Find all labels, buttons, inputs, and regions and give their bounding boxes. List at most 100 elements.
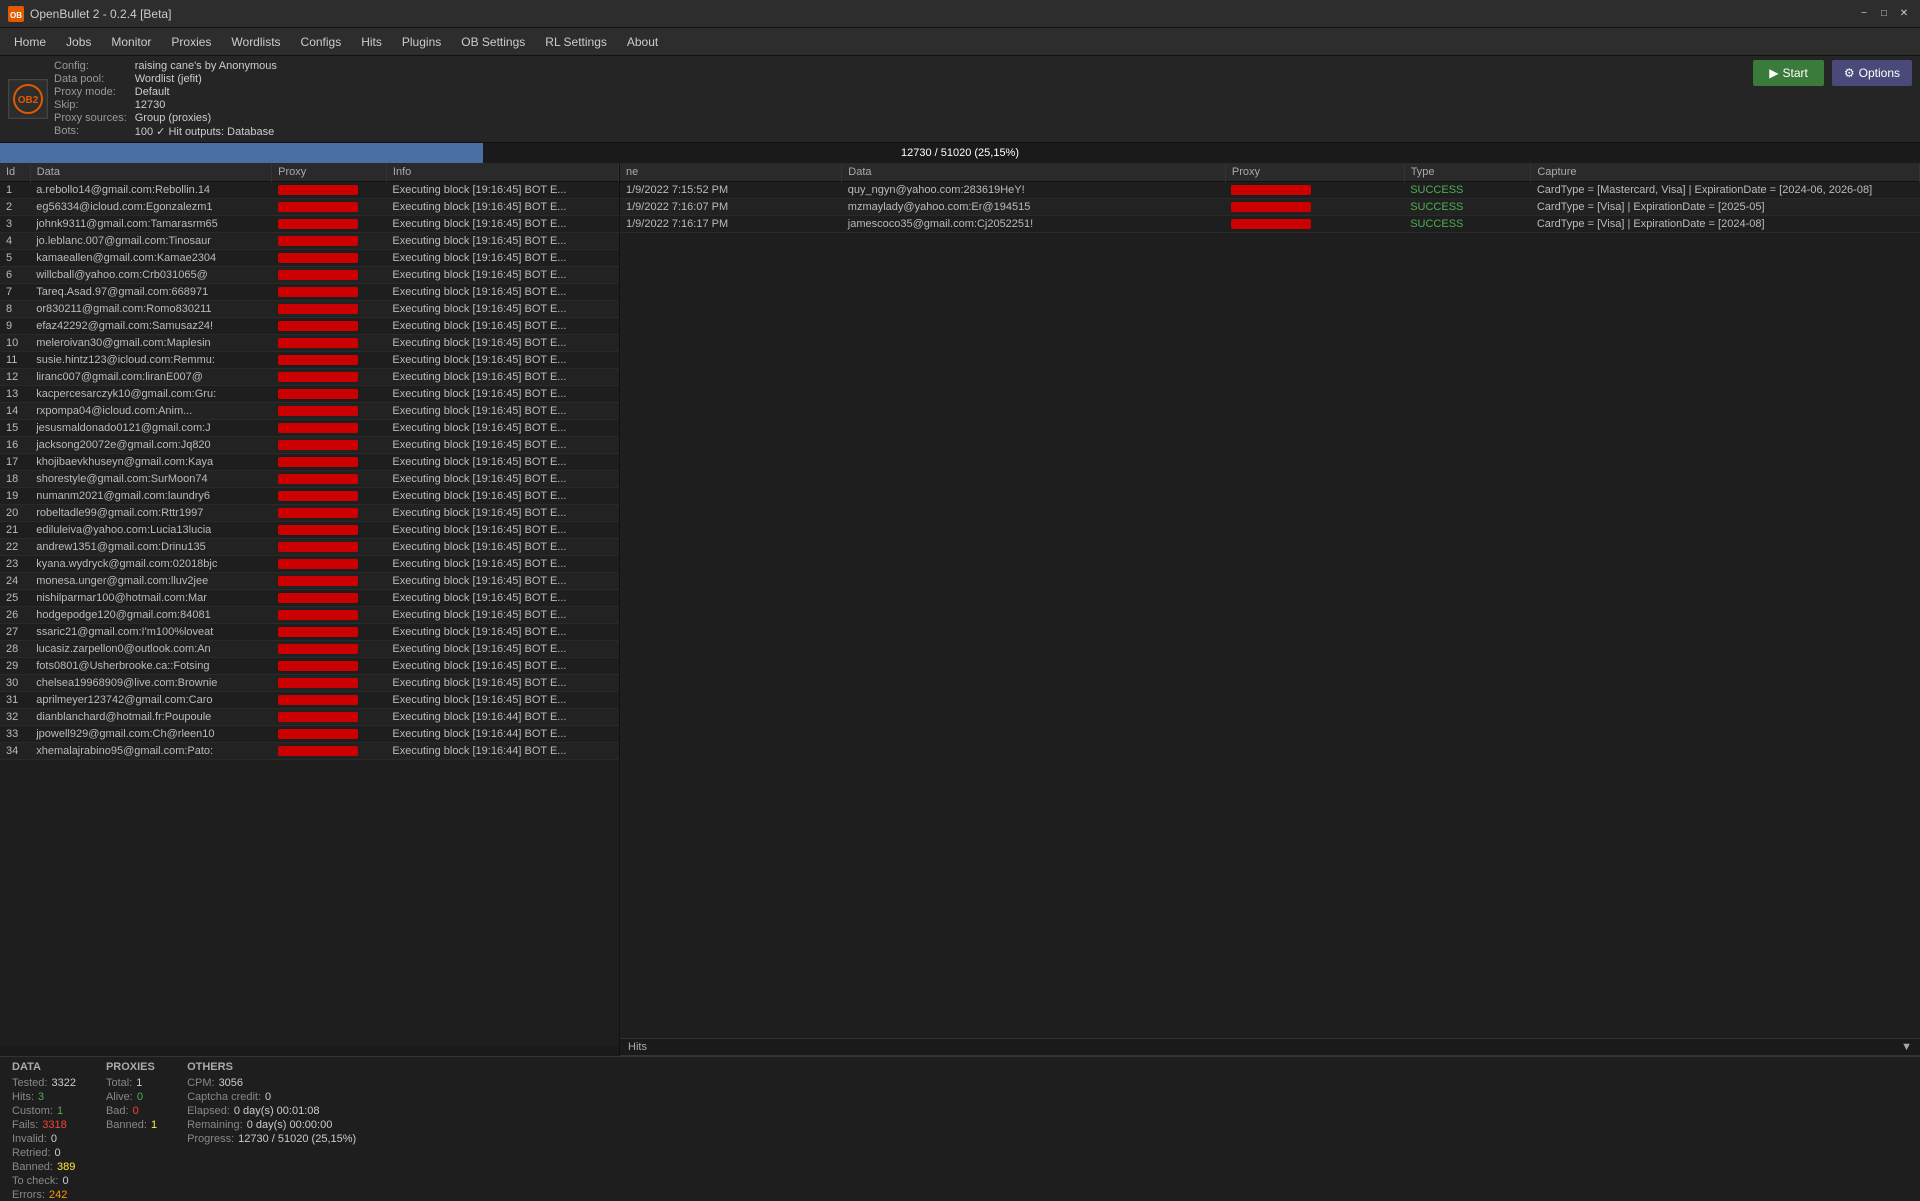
app-logo: OB2 — [8, 79, 48, 119]
bot-proxy — [272, 182, 387, 199]
bot-info: Executing block [19:16:45] BOT E... — [386, 267, 618, 284]
bot-proxy — [272, 437, 387, 454]
hits-panel: ne Data Proxy Type Capture 1/9/2022 7:15… — [620, 163, 1920, 1056]
table-row: 24 monesa.unger@gmail.com:lluv2jee Execu… — [0, 573, 619, 590]
skip-label: Skip: — [54, 99, 127, 111]
table-row: 7 Tareq.Asad.97@gmail.com:668971 Executi… — [0, 284, 619, 301]
menu-item-plugins[interactable]: Plugins — [392, 31, 451, 53]
stat-banned: Banned: 389 — [12, 1161, 76, 1173]
table-row: 8 or830211@gmail.com:Romo830211 Executin… — [0, 301, 619, 318]
table-row: 12 liranc007@gmail.com:liranE007@ Execut… — [0, 369, 619, 386]
bot-data: rxpompa04@icloud.com:Anim... — [30, 403, 271, 420]
hits-table: ne Data Proxy Type Capture 1/9/2022 7:15… — [620, 163, 1920, 233]
bot-info: Executing block [19:16:45] BOT E... — [386, 369, 618, 386]
bots-table-scroll[interactable]: Id Data Proxy Info 1 a.rebollo14@gmail.c… — [0, 163, 619, 1046]
stats-proxies-title: PROXIES — [106, 1061, 157, 1073]
stat-proxy-banned: Banned: 1 — [106, 1119, 157, 1131]
bot-proxy — [272, 216, 387, 233]
svg-text:OB2: OB2 — [18, 95, 39, 106]
bot-proxy — [272, 471, 387, 488]
bot-proxy — [272, 675, 387, 692]
bot-info: Executing block [19:16:45] BOT E... — [386, 641, 618, 658]
window-controls: − □ ✕ — [1856, 6, 1912, 22]
bot-data: johnk9311@gmail.com:Tamarasrm65 — [30, 216, 271, 233]
menu-item-wordlists[interactable]: Wordlists — [221, 31, 290, 53]
menu-item-hits[interactable]: Hits — [351, 31, 392, 53]
proxymode-label: Proxy mode: — [54, 86, 127, 98]
bot-info: Executing block [19:16:45] BOT E... — [386, 335, 618, 352]
bot-id: 20 — [0, 505, 30, 522]
bot-data: ssaric21@gmail.com:I'm100%loveat — [30, 624, 271, 641]
bot-proxy — [272, 658, 387, 675]
hit-proxy — [1225, 216, 1404, 233]
bot-id: 31 — [0, 692, 30, 709]
hits-dropdown-icon[interactable]: ▼ — [1901, 1041, 1912, 1053]
hits-table-scroll[interactable]: ne Data Proxy Type Capture 1/9/2022 7:15… — [620, 163, 1920, 1038]
bot-proxy — [272, 301, 387, 318]
table-row: 25 nishilparmar100@hotmail.com:Mar Execu… — [0, 590, 619, 607]
menu-item-monitor[interactable]: Monitor — [101, 31, 161, 53]
bot-id: 29 — [0, 658, 30, 675]
config-fields: Config: raising cane's by Anonymous Data… — [54, 60, 277, 138]
table-row: 13 kacpercesarczyk10@gmail.com:Gru: Exec… — [0, 386, 619, 403]
bot-data: meleroivan30@gmail.com:Maplesin — [30, 335, 271, 352]
proxysources-value: Group (proxies) — [135, 112, 277, 124]
minimize-button[interactable]: − — [1856, 6, 1872, 22]
bot-info: Executing block [19:16:45] BOT E... — [386, 301, 618, 318]
table-row: 19 numanm2021@gmail.com:laundry6 Executi… — [0, 488, 619, 505]
bot-proxy — [272, 284, 387, 301]
menu-item-rl-settings[interactable]: RL Settings — [535, 31, 617, 53]
stat-custom: Custom: 1 — [12, 1105, 76, 1117]
stat-captcha: Captcha credit: 0 — [187, 1091, 356, 1103]
bot-data: numanm2021@gmail.com:laundry6 — [30, 488, 271, 505]
bot-id: 13 — [0, 386, 30, 403]
bot-id: 14 — [0, 403, 30, 420]
options-button[interactable]: ⚙ Options — [1832, 60, 1912, 86]
bot-info: Executing block [19:16:45] BOT E... — [386, 658, 618, 675]
bot-id: 25 — [0, 590, 30, 607]
bot-id: 33 — [0, 726, 30, 743]
menu-item-proxies[interactable]: Proxies — [161, 31, 221, 53]
stat-cpm: CPM: 3056 — [187, 1077, 356, 1089]
bots-label: Bots: — [54, 125, 127, 138]
menu-item-home[interactable]: Home — [4, 31, 56, 53]
stat-proxy-bad: Bad: 0 — [106, 1105, 157, 1117]
table-row: 4 jo.leblanc.007@gmail.com:Tinosaur Exec… — [0, 233, 619, 250]
bot-id: 7 — [0, 284, 30, 301]
menu-item-ob-settings[interactable]: OB Settings — [451, 31, 535, 53]
bot-info: Executing block [19:16:45] BOT E... — [386, 250, 618, 267]
start-btn-area: ▶ Start ⚙ Options — [1753, 60, 1912, 86]
bots-tbody: 1 a.rebollo14@gmail.com:Rebollin.14 Exec… — [0, 182, 619, 760]
hits-section-label: Hits — [628, 1041, 647, 1053]
bot-id: 6 — [0, 267, 30, 284]
menu-item-about[interactable]: About — [617, 31, 668, 53]
close-button[interactable]: ✕ — [1896, 6, 1912, 22]
table-row: 1 a.rebollo14@gmail.com:Rebollin.14 Exec… — [0, 182, 619, 199]
start-label: Start — [1783, 66, 1808, 80]
bot-data: aprilmeyer123742@gmail.com:Caro — [30, 692, 271, 709]
bot-proxy — [272, 369, 387, 386]
bot-data: jo.leblanc.007@gmail.com:Tinosaur — [30, 233, 271, 250]
table-row: 32 dianblanchard@hotmail.fr:Poupoule Exe… — [0, 709, 619, 726]
bot-id: 10 — [0, 335, 30, 352]
table-row: 31 aprilmeyer123742@gmail.com:Caro Execu… — [0, 692, 619, 709]
start-button[interactable]: ▶ Start — [1753, 60, 1824, 86]
menu-item-configs[interactable]: Configs — [291, 31, 352, 53]
table-row: 1/9/2022 7:15:52 PM quy_ngyn@yahoo.com:2… — [620, 182, 1920, 199]
bot-info: Executing block [19:16:45] BOT E... — [386, 556, 618, 573]
bot-data: fots0801@Usherbrooke.ca::Fotsing — [30, 658, 271, 675]
table-row: 29 fots0801@Usherbrooke.ca::Fotsing Exec… — [0, 658, 619, 675]
bot-info: Executing block [19:16:45] BOT E... — [386, 607, 618, 624]
stat-fails: Fails: 3318 — [12, 1119, 76, 1131]
stat-proxy-alive: Alive: 0 — [106, 1091, 157, 1103]
hit-proxy — [1225, 182, 1404, 199]
maximize-button[interactable]: □ — [1876, 6, 1892, 22]
title-bar: OB OpenBullet 2 - 0.2.4 [Beta] − □ ✕ — [0, 0, 1920, 28]
bots-horizontal-scroll[interactable] — [0, 1046, 619, 1056]
menu-bar: HomeJobsMonitorProxiesWordlistsConfigsHi… — [0, 28, 1920, 56]
bot-proxy — [272, 420, 387, 437]
bot-info: Executing block [19:16:45] BOT E... — [386, 386, 618, 403]
hit-type: SUCCESS — [1404, 199, 1531, 216]
menu-item-jobs[interactable]: Jobs — [56, 31, 101, 53]
bot-proxy — [272, 233, 387, 250]
